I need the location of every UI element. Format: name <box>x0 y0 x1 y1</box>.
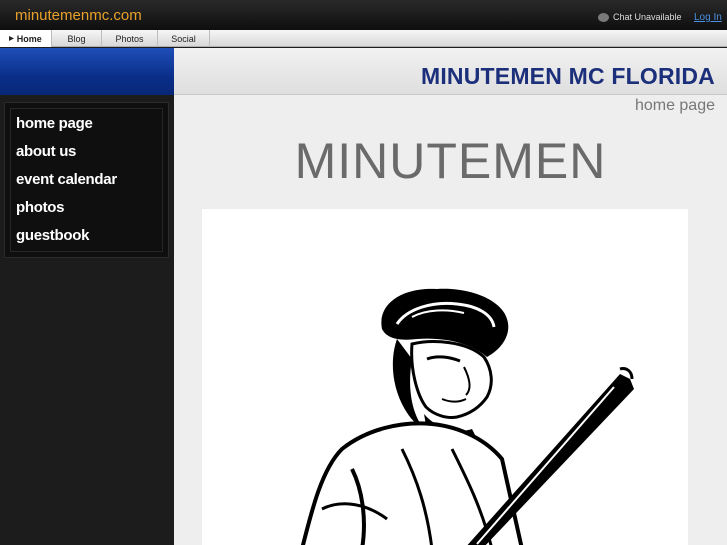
tab-home[interactable]: ▶ Home <box>0 30 52 47</box>
main-content: home page MINUTEMEN <box>174 95 727 545</box>
triangle-right-icon: ▶ <box>9 36 14 42</box>
tab-label: Photos <box>115 33 144 44</box>
tab-bar: ▶ Home Blog Photos Social <box>0 30 727 47</box>
page-label: home page <box>634 97 715 114</box>
sidebar-item-photos[interactable]: photos <box>16 199 65 216</box>
sidebar-item-about-us[interactable]: about us <box>16 143 76 160</box>
sidebar-item-guestbook[interactable]: guestbook <box>16 227 89 244</box>
tab-social[interactable]: Social <box>158 30 210 47</box>
tab-blog[interactable]: Blog <box>52 30 102 47</box>
site-name-link[interactable]: minutemenmc.com <box>15 7 142 24</box>
header-logo-block <box>0 48 174 95</box>
chat-status-label: Chat Unavailable <box>613 12 682 22</box>
minuteman-illustration <box>300 288 634 545</box>
top-bar: minutemenmc.com Chat Unavailable Log In <box>0 0 727 30</box>
page-heading: MINUTEMEN <box>294 133 607 189</box>
tab-label: Social <box>171 33 196 44</box>
minuteman-image <box>202 209 688 545</box>
site-title: MINUTEMEN MC FLORIDA <box>420 63 715 89</box>
sidebar-item-event-calendar[interactable]: event calendar <box>16 171 117 188</box>
login-link[interactable]: Log In <box>694 12 722 23</box>
chat-status[interactable]: Chat Unavailable <box>598 12 682 22</box>
chat-bubble-icon <box>598 12 609 22</box>
sidebar-nav: home page about us event calendar photos… <box>4 102 169 258</box>
tab-photos[interactable]: Photos <box>102 30 158 47</box>
tab-label: Home <box>16 33 42 44</box>
sidebar-item-home-page[interactable]: home page <box>16 115 93 132</box>
site-header: MINUTEMEN MC FLORIDA <box>174 48 727 95</box>
tab-label: Blog <box>67 33 86 44</box>
